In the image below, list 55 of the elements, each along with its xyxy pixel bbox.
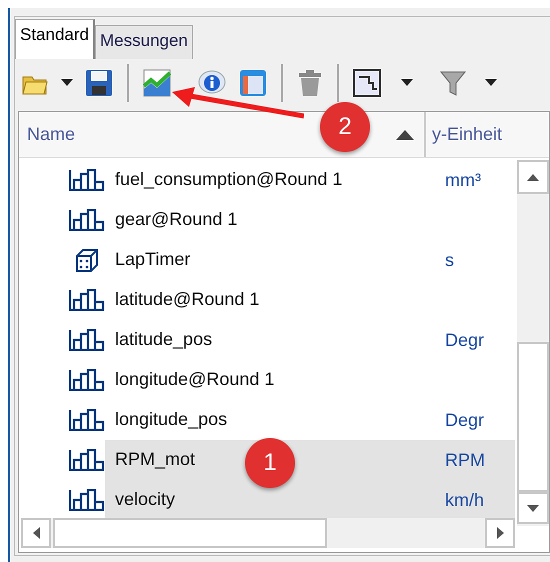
scroll-right-button[interactable]: [485, 518, 515, 548]
list-row[interactable]: LapTimer s: [105, 240, 515, 280]
right-arrow-icon: [496, 527, 504, 539]
bar-chart-icon: [69, 449, 105, 471]
channel-name: fuel_consumption@Round 1: [115, 169, 342, 190]
trash-icon[interactable]: [297, 69, 323, 97]
bar-chart-icon: [69, 329, 105, 351]
table-icon[interactable]: [239, 69, 267, 97]
bar-chart-icon: [69, 209, 105, 231]
bar-chart-icon: [69, 369, 105, 391]
bar-chart-icon: [69, 169, 105, 191]
scroll-down-button[interactable]: [517, 492, 549, 524]
list-row[interactable]: velocity km/h: [105, 480, 515, 520]
channel-name: latitude_pos: [115, 329, 212, 350]
up-arrow-icon: [527, 174, 539, 180]
sort-ascending-icon[interactable]: [396, 130, 414, 140]
scrollbar-thumb[interactable]: [517, 342, 549, 492]
list-row[interactable]: fuel_consumption@Round 1 mm³: [105, 160, 515, 200]
chart-icon[interactable]: [143, 69, 171, 97]
tree-view-icon[interactable]: [353, 69, 381, 97]
unit-text: s: [445, 248, 454, 272]
list-row[interactable]: latitude@Round 1: [105, 280, 515, 320]
bar-chart-icon: [69, 289, 105, 311]
unit-text: Degr: [445, 408, 484, 432]
channel-name: RPM_mot: [115, 449, 196, 470]
save-icon[interactable]: [85, 69, 113, 97]
unit-text: Degr: [445, 328, 484, 352]
unit-text: km/h: [445, 488, 484, 512]
list-row[interactable]: gear@Round 1: [105, 200, 515, 240]
bar-chart-icon: [69, 409, 105, 431]
dropdown-caret-icon[interactable]: [485, 79, 497, 87]
channel-name: latitude@Round 1: [115, 289, 260, 310]
scrollbar-thumb[interactable]: [53, 518, 327, 548]
column-header[interactable]: Name: [27, 121, 76, 148]
tab[interactable]: Standard: [15, 19, 95, 59]
channel-name: longitude@Round 1: [115, 369, 274, 390]
left-arrow-icon: [32, 527, 40, 539]
channel-name: gear@Round 1: [115, 209, 238, 230]
unit-text: RPM: [445, 448, 485, 472]
list-row[interactable]: longitude@Round 1: [105, 360, 515, 400]
column-header[interactable]: y-Einheit: [432, 121, 502, 148]
dropdown-caret-icon[interactable]: [61, 79, 73, 87]
channel-name: longitude_pos: [115, 409, 228, 430]
bar-chart-icon: [69, 489, 105, 511]
list-row[interactable]: latitude_pos Degr: [105, 320, 515, 360]
down-arrow-icon: [527, 504, 539, 512]
list-row[interactable]: longitude_pos Degr: [105, 400, 515, 440]
filter-icon[interactable]: [439, 69, 467, 97]
channel-name: velocity: [115, 489, 176, 510]
unit-text: mm³: [445, 168, 481, 192]
scroll-left-button[interactable]: [21, 518, 51, 548]
dropdown-caret-icon[interactable]: [401, 79, 413, 87]
scroll-up-button[interactable]: [517, 160, 549, 194]
tab[interactable]: Messungen: [95, 25, 193, 59]
channel-name: LapTimer: [115, 249, 190, 270]
